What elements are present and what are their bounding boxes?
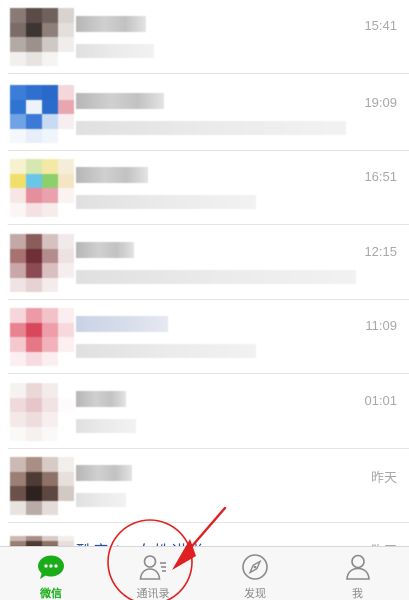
bottom-tab-bar: 微信 通讯录 发现 我	[0, 546, 409, 600]
avatar	[10, 159, 74, 217]
last-message-redacted	[76, 44, 154, 58]
tab-label: 通讯录	[136, 588, 170, 600]
contact-name-redacted	[76, 316, 168, 332]
contact-name-redacted	[76, 167, 148, 183]
tab-label: 微信	[40, 588, 62, 600]
last-message-redacted	[76, 121, 346, 135]
avatar	[10, 234, 74, 292]
chat-timestamp: 昨天	[370, 470, 397, 485]
contact-name-redacted	[76, 465, 132, 481]
chat-list-item[interactable]: 11:09	[0, 300, 409, 374]
chat-timestamp: 12:15	[364, 244, 397, 259]
avatar	[10, 536, 74, 546]
contact-name-redacted	[76, 16, 146, 32]
tab-me[interactable]: 我	[306, 547, 409, 600]
last-message-redacted	[76, 344, 256, 358]
divider	[8, 522, 409, 523]
chat-timestamp: 15:41	[364, 18, 397, 33]
avatar	[10, 457, 74, 515]
chat-list-item[interactable]: 01:01	[0, 375, 409, 449]
tab-discover[interactable]: 发现	[204, 547, 306, 600]
chat-bubble-icon	[38, 555, 64, 579]
last-message-redacted	[76, 493, 126, 507]
contact-name-redacted	[76, 242, 134, 258]
chat-list-item[interactable]: 19:09	[0, 77, 409, 151]
wechat-chat-list-screen: 15:41 19:09 16:51 12:15 11:09 01:01 昨天 微…	[0, 0, 409, 600]
tab-chats[interactable]: 微信	[0, 547, 102, 600]
divider	[8, 224, 409, 225]
tab-contacts[interactable]: 通讯录	[102, 547, 204, 600]
last-message-redacted	[76, 419, 136, 433]
avatar	[10, 85, 74, 143]
person-icon	[345, 554, 370, 580]
chat-list-item[interactable]: 12:15	[0, 226, 409, 300]
divider	[8, 73, 409, 74]
tab-label: 发现	[244, 588, 266, 600]
chat-list-item[interactable]: 15:41	[0, 0, 409, 74]
last-message-redacted	[76, 270, 356, 284]
avatar	[10, 8, 74, 66]
contacts-icon	[139, 555, 166, 580]
avatar	[10, 383, 74, 441]
chat-timestamp: 11:09	[365, 318, 397, 333]
tab-label: 我	[352, 588, 363, 600]
avatar	[10, 308, 74, 366]
divider	[8, 373, 409, 374]
last-message-redacted	[76, 195, 256, 209]
chat-list-item[interactable]: 昨天	[0, 449, 409, 523]
chat-list-item[interactable]: 16:51	[0, 151, 409, 225]
contact-name-partial: 酷音 | 女性讲堂	[76, 538, 205, 546]
chat-timestamp: 01:01	[364, 393, 397, 408]
contact-name-redacted	[76, 391, 126, 407]
contact-name-redacted	[76, 93, 164, 109]
chat-timestamp: 16:51	[364, 169, 397, 184]
chat-list[interactable]: 15:41 19:09 16:51 12:15 11:09 01:01 昨天	[0, 0, 409, 546]
compass-icon	[242, 554, 268, 580]
chat-timestamp: 19:09	[364, 95, 397, 110]
